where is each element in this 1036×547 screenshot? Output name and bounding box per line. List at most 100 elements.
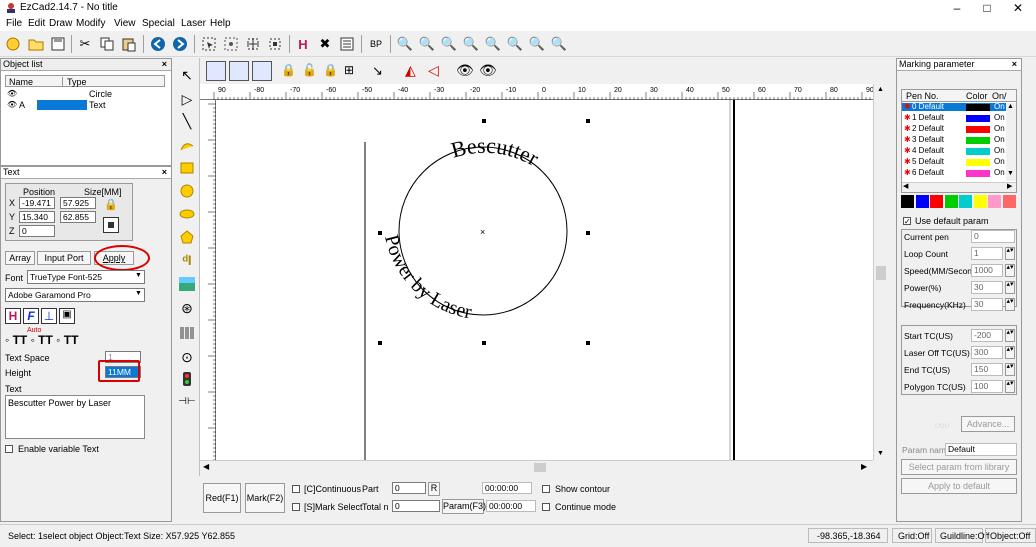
chevron-left-icon[interactable]: ◀ [203, 462, 209, 471]
end-tc-field[interactable]: 150 [971, 363, 1003, 376]
text-content-box[interactable]: Bescutter Power by Laser [5, 395, 145, 439]
column-color[interactable]: Color [966, 91, 988, 101]
enable-variable-checkbox[interactable] [5, 445, 13, 453]
maximize-icon[interactable]: □ [972, 1, 1002, 15]
bitmap-icon[interactable] [176, 273, 198, 295]
column-onoff[interactable]: On/ [992, 91, 1007, 101]
pen-color-swatch[interactable] [966, 126, 990, 133]
object-snap-status[interactable]: Object:Off [985, 528, 1036, 543]
pen-row[interactable]: ✱ 2 Default On [902, 125, 1006, 133]
select-object-icon[interactable] [243, 34, 263, 54]
font-type-select[interactable]: TrueType Font-525 [27, 270, 145, 284]
laser-off-field[interactable]: 300 [971, 346, 1003, 359]
edit-node-icon[interactable]: ▷ [176, 88, 198, 110]
polygon-tc-field[interactable]: 100 [971, 380, 1003, 393]
redo-icon[interactable] [170, 34, 190, 54]
start-tc-stepper[interactable]: ▴▾ [1005, 329, 1015, 342]
minimize-icon[interactable]: – [942, 1, 972, 15]
continuous-checkbox[interactable] [292, 485, 300, 493]
color-swatch[interactable] [915, 195, 929, 208]
zoom-fit-icon[interactable]: 🔍 [527, 34, 547, 54]
eye-icon[interactable]: 👁 [7, 100, 17, 109]
chevron-up-icon[interactable]: ▲ [1007, 103, 1014, 110]
pen-row[interactable]: ✱ 4 Default On [902, 147, 1006, 155]
pen-list[interactable]: Pen No. Color On/ ✱ 0 Default On ✱ 1 Default… [901, 89, 1017, 193]
loop-count-field[interactable]: 1 [971, 247, 1003, 260]
use-default-checkbox[interactable]: ✓ [903, 217, 911, 226]
color-swatch[interactable] [944, 195, 958, 208]
menu-edit[interactable]: Edit [28, 18, 45, 29]
part-field[interactable]: 0 [392, 482, 426, 494]
advance-button[interactable]: Advance... [961, 416, 1015, 432]
pen-onoff[interactable]: On [994, 158, 1005, 166]
color-swatch[interactable] [959, 195, 972, 208]
polygon-tc-stepper[interactable]: ▴▾ [1005, 380, 1015, 393]
zoom-icon[interactable]: 🔍 [395, 34, 415, 54]
cut-icon[interactable]: ✂ [75, 34, 95, 54]
tab-array[interactable]: Array [5, 251, 35, 265]
circle-icon[interactable] [176, 180, 198, 202]
menu-view[interactable]: View [114, 18, 136, 29]
list-item[interactable]: 👁 Circle [5, 89, 165, 100]
text-path-icon[interactable]: ⊥ [41, 308, 57, 324]
red-button[interactable]: Red(F1) [203, 483, 241, 513]
rectangle-icon[interactable] [176, 157, 198, 179]
select-all-icon[interactable] [265, 34, 285, 54]
mirror-horizontal-icon[interactable]: ◭ [405, 62, 416, 79]
close-icon[interactable]: × [1012, 59, 1017, 70]
param-name-field[interactable]: Default [945, 443, 1017, 456]
zoom-window-icon[interactable]: 🔍 [439, 34, 459, 54]
pen-row[interactable]: ✱ 3 Default On [902, 136, 1006, 144]
column-type[interactable]: Type [62, 77, 87, 87]
show-icon[interactable]: 👁 [456, 62, 474, 79]
speed-stepper[interactable]: ▴▾ [1005, 264, 1015, 277]
chevron-left-icon[interactable]: ◀ [903, 182, 908, 190]
hide-icon[interactable]: 👁 [479, 62, 497, 79]
pen-color-swatch[interactable] [966, 148, 990, 155]
start-tc-field[interactable]: -200 [971, 329, 1003, 342]
horizontal-scrollbar[interactable]: ◀ ▶ [200, 460, 873, 474]
pen-row[interactable]: ✱ 1 Default On [902, 114, 1006, 122]
tools-icon[interactable]: ✖ [315, 34, 335, 54]
end-tc-stepper[interactable]: ▴▾ [1005, 363, 1015, 376]
pen-color-swatch[interactable] [966, 137, 990, 144]
menu-modify[interactable]: Modify [76, 18, 105, 29]
input-port-icon[interactable] [176, 368, 198, 390]
select-arrow-icon[interactable]: ↖ [176, 64, 198, 86]
open-folder-icon[interactable] [26, 34, 46, 54]
eye-icon[interactable]: 👁 [7, 89, 17, 98]
select-node-icon[interactable] [199, 34, 219, 54]
tab-input-port[interactable]: Input Port [37, 251, 91, 265]
list-item[interactable]: 👁 A Text [5, 100, 165, 111]
close-icon[interactable]: × [162, 59, 167, 70]
color-swatch[interactable] [973, 195, 987, 208]
bitmap-icon[interactable]: BP [366, 34, 386, 54]
apply-default-button[interactable]: Apply to default [901, 478, 1017, 494]
color-swatch[interactable] [930, 195, 943, 208]
drawing-canvas[interactable]: Bescutter Power by Laser × [216, 100, 873, 460]
laser-off-stepper[interactable]: ▴▾ [1005, 346, 1015, 359]
continue-mode-checkbox[interactable] [542, 503, 550, 511]
ellipse-icon[interactable] [176, 203, 198, 225]
text-tool-icon[interactable]: ᵈI [176, 249, 198, 271]
scroll-thumb[interactable] [876, 266, 886, 280]
x-size-field[interactable]: 57.925 [60, 197, 96, 209]
chevron-down-icon[interactable]: ▼ [1007, 170, 1014, 177]
align-icon[interactable] [206, 61, 226, 81]
close-icon[interactable]: ✕ [1003, 1, 1033, 15]
y-position-field[interactable]: 15.340 [19, 211, 55, 223]
chevron-right-icon[interactable]: ▶ [861, 462, 867, 471]
pen-onoff[interactable]: On [994, 147, 1005, 155]
barcode-icon[interactable] [176, 322, 198, 344]
timer-icon[interactable]: ⊙ [176, 346, 198, 368]
chevron-down-icon[interactable]: ▼ [135, 272, 142, 279]
pen-list-hscroll[interactable] [902, 182, 1016, 192]
ungroup-icon[interactable] [252, 61, 272, 81]
curve-icon[interactable] [176, 135, 198, 157]
output-port-icon[interactable]: ⊣⊢ [176, 390, 198, 412]
zoom-all-icon[interactable]: 🔍 [483, 34, 503, 54]
pen-color-swatch[interactable] [966, 159, 990, 166]
color-swatch[interactable] [988, 195, 1001, 208]
x-position-field[interactable]: -19.471 [19, 197, 55, 209]
param-button[interactable]: Param(F3) [442, 499, 486, 514]
